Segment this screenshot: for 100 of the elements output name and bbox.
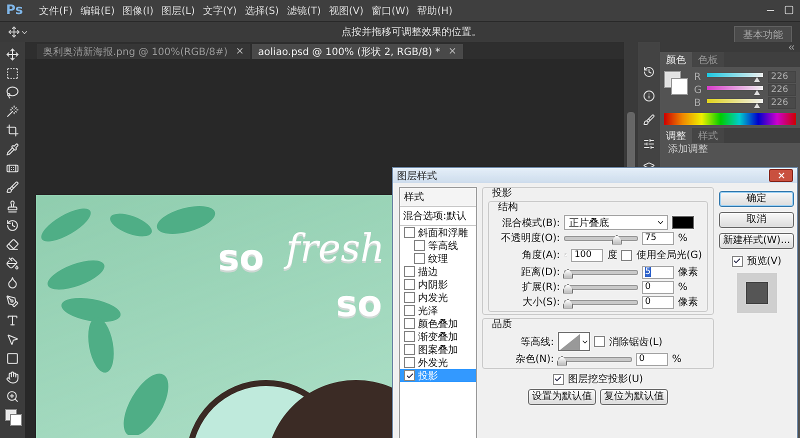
default-button[interactable]: 复位为默认值 — [600, 389, 668, 405]
brush-icon[interactable] — [643, 114, 655, 126]
value-field[interactable]: 226 — [768, 97, 796, 109]
menu-item[interactable]: 图像(I) — [118, 4, 158, 18]
slider[interactable] — [564, 234, 638, 242]
collapse-icon[interactable] — [787, 42, 796, 52]
checkbox[interactable] — [414, 240, 425, 251]
bandage-icon[interactable] — [6, 162, 19, 175]
slider[interactable] — [564, 282, 638, 292]
droplet-icon[interactable] — [6, 276, 19, 289]
marquee-icon[interactable] — [6, 67, 19, 80]
checkbox[interactable] — [732, 256, 743, 266]
slider[interactable] — [564, 268, 638, 276]
default-button[interactable]: 设置为默认值 — [528, 389, 596, 405]
panel-tab[interactable]: 颜色 — [660, 52, 692, 67]
menu-item[interactable]: 文件(F) — [35, 4, 77, 18]
effect-item[interactable]: 光泽 — [400, 304, 476, 317]
menu-item[interactable]: 视图(V) — [324, 4, 368, 18]
value-field[interactable]: 0 — [642, 280, 674, 294]
value-field[interactable]: 100 — [571, 248, 604, 262]
effect-item[interactable]: 图案叠加 — [400, 343, 476, 356]
value-field[interactable]: 0 — [642, 296, 674, 308]
wand-icon[interactable] — [6, 105, 19, 118]
value-field[interactable]: 0 — [636, 352, 668, 366]
checkbox[interactable] — [404, 227, 415, 238]
dialog-button[interactable]: 新建样式(W)... — [719, 233, 794, 249]
value-field[interactable]: 226 — [768, 84, 796, 96]
menu-item[interactable]: 文字(Y) — [198, 4, 241, 18]
checkbox[interactable] — [404, 370, 415, 381]
info-icon[interactable] — [643, 90, 655, 102]
list-header[interactable]: 样式 — [400, 188, 476, 207]
brush-icon[interactable] — [6, 181, 19, 194]
color-chips-icon[interactable] — [4, 409, 20, 425]
effect-item[interactable]: 内阴影 — [400, 278, 476, 291]
color-spectrum[interactable] — [664, 113, 796, 125]
dialog-button[interactable]: 确定 — [719, 191, 794, 207]
slider[interactable] — [564, 298, 638, 306]
maximize-icon[interactable] — [784, 5, 794, 15]
stamp-icon[interactable] — [6, 200, 19, 213]
lasso-icon[interactable] — [6, 86, 19, 99]
close-button[interactable] — [769, 169, 793, 182]
checkbox[interactable] — [414, 253, 425, 264]
checkbox[interactable] — [404, 305, 415, 316]
checkbox[interactable] — [404, 279, 415, 290]
effect-item[interactable]: 描边 — [400, 265, 476, 278]
zoom-icon[interactable] — [6, 390, 19, 403]
effect-item[interactable]: 渐变叠加 — [400, 330, 476, 343]
blend-mode-select[interactable]: 正片叠底 — [564, 215, 668, 230]
value-field[interactable]: 5 — [642, 266, 674, 278]
rectangle-icon[interactable] — [6, 352, 19, 365]
value-field[interactable]: 75 — [642, 232, 674, 244]
type-icon[interactable] — [6, 314, 19, 327]
color-swatch[interactable] — [672, 216, 694, 229]
move-icon[interactable] — [8, 26, 20, 38]
history-icon[interactable] — [6, 219, 19, 232]
slider-thumb[interactable] — [557, 356, 567, 366]
checkbox[interactable] — [404, 344, 415, 355]
menu-item[interactable]: 图层(L) — [158, 4, 199, 18]
effect-item[interactable]: 外发光 — [400, 356, 476, 369]
document-tab[interactable]: 奥利奥清新海报.png @ 100%(RGB/8#) × — [37, 44, 250, 59]
checkbox[interactable] — [404, 292, 415, 303]
close-tab[interactable]: × — [236, 46, 244, 57]
pointer-icon[interactable] — [6, 333, 19, 346]
checkbox[interactable] — [552, 374, 564, 384]
menu-item[interactable]: 窗口(W) — [368, 4, 414, 18]
value-field[interactable]: 226 — [768, 71, 796, 83]
list-item[interactable]: 混合选项:默认 — [400, 207, 476, 226]
checkbox[interactable] — [404, 266, 415, 277]
hand-icon[interactable] — [6, 371, 19, 384]
move-icon[interactable] — [6, 48, 19, 61]
slider-thumb[interactable] — [563, 268, 573, 278]
eyedropper-icon[interactable] — [6, 143, 19, 156]
checkbox[interactable] — [404, 318, 415, 329]
checkbox[interactable] — [404, 331, 415, 342]
color-slider[interactable] — [707, 98, 763, 108]
close-tab[interactable]: × — [448, 46, 457, 57]
checkbox[interactable] — [621, 250, 632, 260]
sliders-icon[interactable] — [643, 138, 655, 150]
panel-tab[interactable]: 调整 — [660, 128, 692, 143]
menu-item[interactable]: 编辑(E) — [76, 4, 119, 18]
eraser-icon[interactable] — [6, 238, 19, 251]
menu-item[interactable]: 帮助(H) — [413, 4, 457, 18]
history-icon[interactable] — [643, 66, 655, 78]
document-tab[interactable]: aoliao.psd @ 100% (形状 2, RGB/8) * × — [252, 44, 463, 59]
crop-icon[interactable] — [6, 124, 19, 137]
effect-item[interactable]: 纹理 — [400, 252, 476, 265]
effect-item[interactable]: 颜色叠加 — [400, 317, 476, 330]
dialog-button[interactable]: 取消 — [719, 212, 794, 228]
effect-item[interactable]: 等高线 — [400, 239, 476, 252]
slider[interactable] — [558, 354, 632, 364]
pen-icon[interactable] — [6, 295, 19, 308]
checkbox[interactable] — [594, 336, 605, 347]
contour-picker[interactable] — [558, 332, 590, 351]
effect-item[interactable]: 内发光 — [400, 291, 476, 304]
slider-thumb[interactable] — [563, 284, 573, 294]
effect-item[interactable]: 斜面和浮雕 — [400, 226, 476, 239]
checkbox[interactable] — [404, 357, 415, 368]
bucket-icon[interactable] — [6, 257, 19, 270]
color-swatches-icon[interactable] — [664, 71, 688, 95]
menu-item[interactable]: 滤镜(T) — [282, 4, 325, 18]
